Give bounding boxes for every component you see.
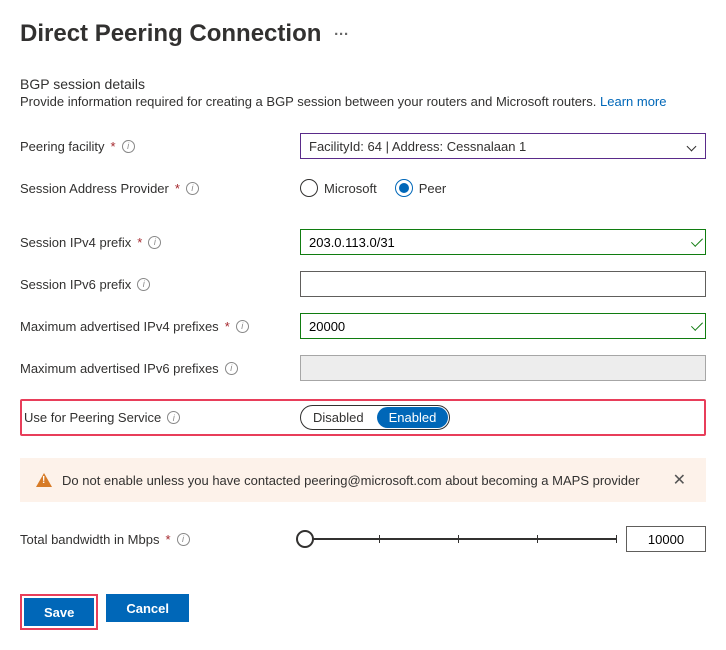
more-icon[interactable]: ··· [334,26,349,43]
max-ipv6-label: Maximum advertised IPv6 prefixes [20,361,219,376]
sap-radio-peer[interactable]: Peer [395,179,446,197]
chevron-down-icon [687,141,697,151]
toggle-disabled[interactable]: Disabled [301,406,376,429]
toggle-enabled[interactable]: Enabled [377,407,449,428]
info-icon[interactable]: i [167,411,180,424]
info-icon[interactable]: i [122,140,135,153]
peering-service-toggle[interactable]: Disabled Enabled [300,405,450,430]
info-icon[interactable]: i [186,182,199,195]
peering-service-label: Use for Peering Service [24,410,161,425]
info-icon[interactable]: i [225,362,238,375]
required-icon: * [165,532,170,547]
max-ipv6-input [300,355,706,381]
save-button[interactable]: Save [24,598,94,626]
cancel-button[interactable]: Cancel [106,594,189,622]
warning-banner: Do not enable unless you have contacted … [20,458,706,502]
required-icon: * [225,319,230,334]
max-ipv4-input[interactable] [300,313,706,339]
sap-label: Session Address Provider [20,181,169,196]
info-icon[interactable]: i [177,533,190,546]
ipv4-prefix-label: Session IPv4 prefix [20,235,131,250]
ipv6-prefix-label: Session IPv6 prefix [20,277,131,292]
warning-icon [36,473,52,487]
bandwidth-label: Total bandwidth in Mbps [20,532,159,547]
peering-service-highlight: Use for Peering Service i Disabled Enabl… [20,399,706,436]
required-icon: * [175,181,180,196]
sap-radio-microsoft[interactable]: Microsoft [300,179,377,197]
max-ipv4-label: Maximum advertised IPv4 prefixes [20,319,219,334]
section-heading: BGP session details [20,76,706,92]
close-icon[interactable]: ✕ [669,470,690,490]
save-button-highlight: Save [20,594,98,630]
page-title: Direct Peering Connection [20,20,321,47]
required-icon: * [111,139,116,154]
ipv4-prefix-input[interactable] [300,229,706,255]
ipv6-prefix-input[interactable] [300,271,706,297]
warning-text: Do not enable unless you have contacted … [62,473,640,488]
bandwidth-input[interactable] [626,526,706,552]
peering-facility-select[interactable]: FacilityId: 64 | Address: Cessnalaan 1 [300,133,706,159]
section-description: Provide information required for creatin… [20,94,706,109]
bandwidth-slider[interactable] [300,538,616,540]
info-icon[interactable]: i [236,320,249,333]
required-icon: * [137,235,142,250]
learn-more-link[interactable]: Learn more [600,94,666,109]
peering-facility-label: Peering facility [20,139,105,154]
info-icon[interactable]: i [148,236,161,249]
info-icon[interactable]: i [137,278,150,291]
